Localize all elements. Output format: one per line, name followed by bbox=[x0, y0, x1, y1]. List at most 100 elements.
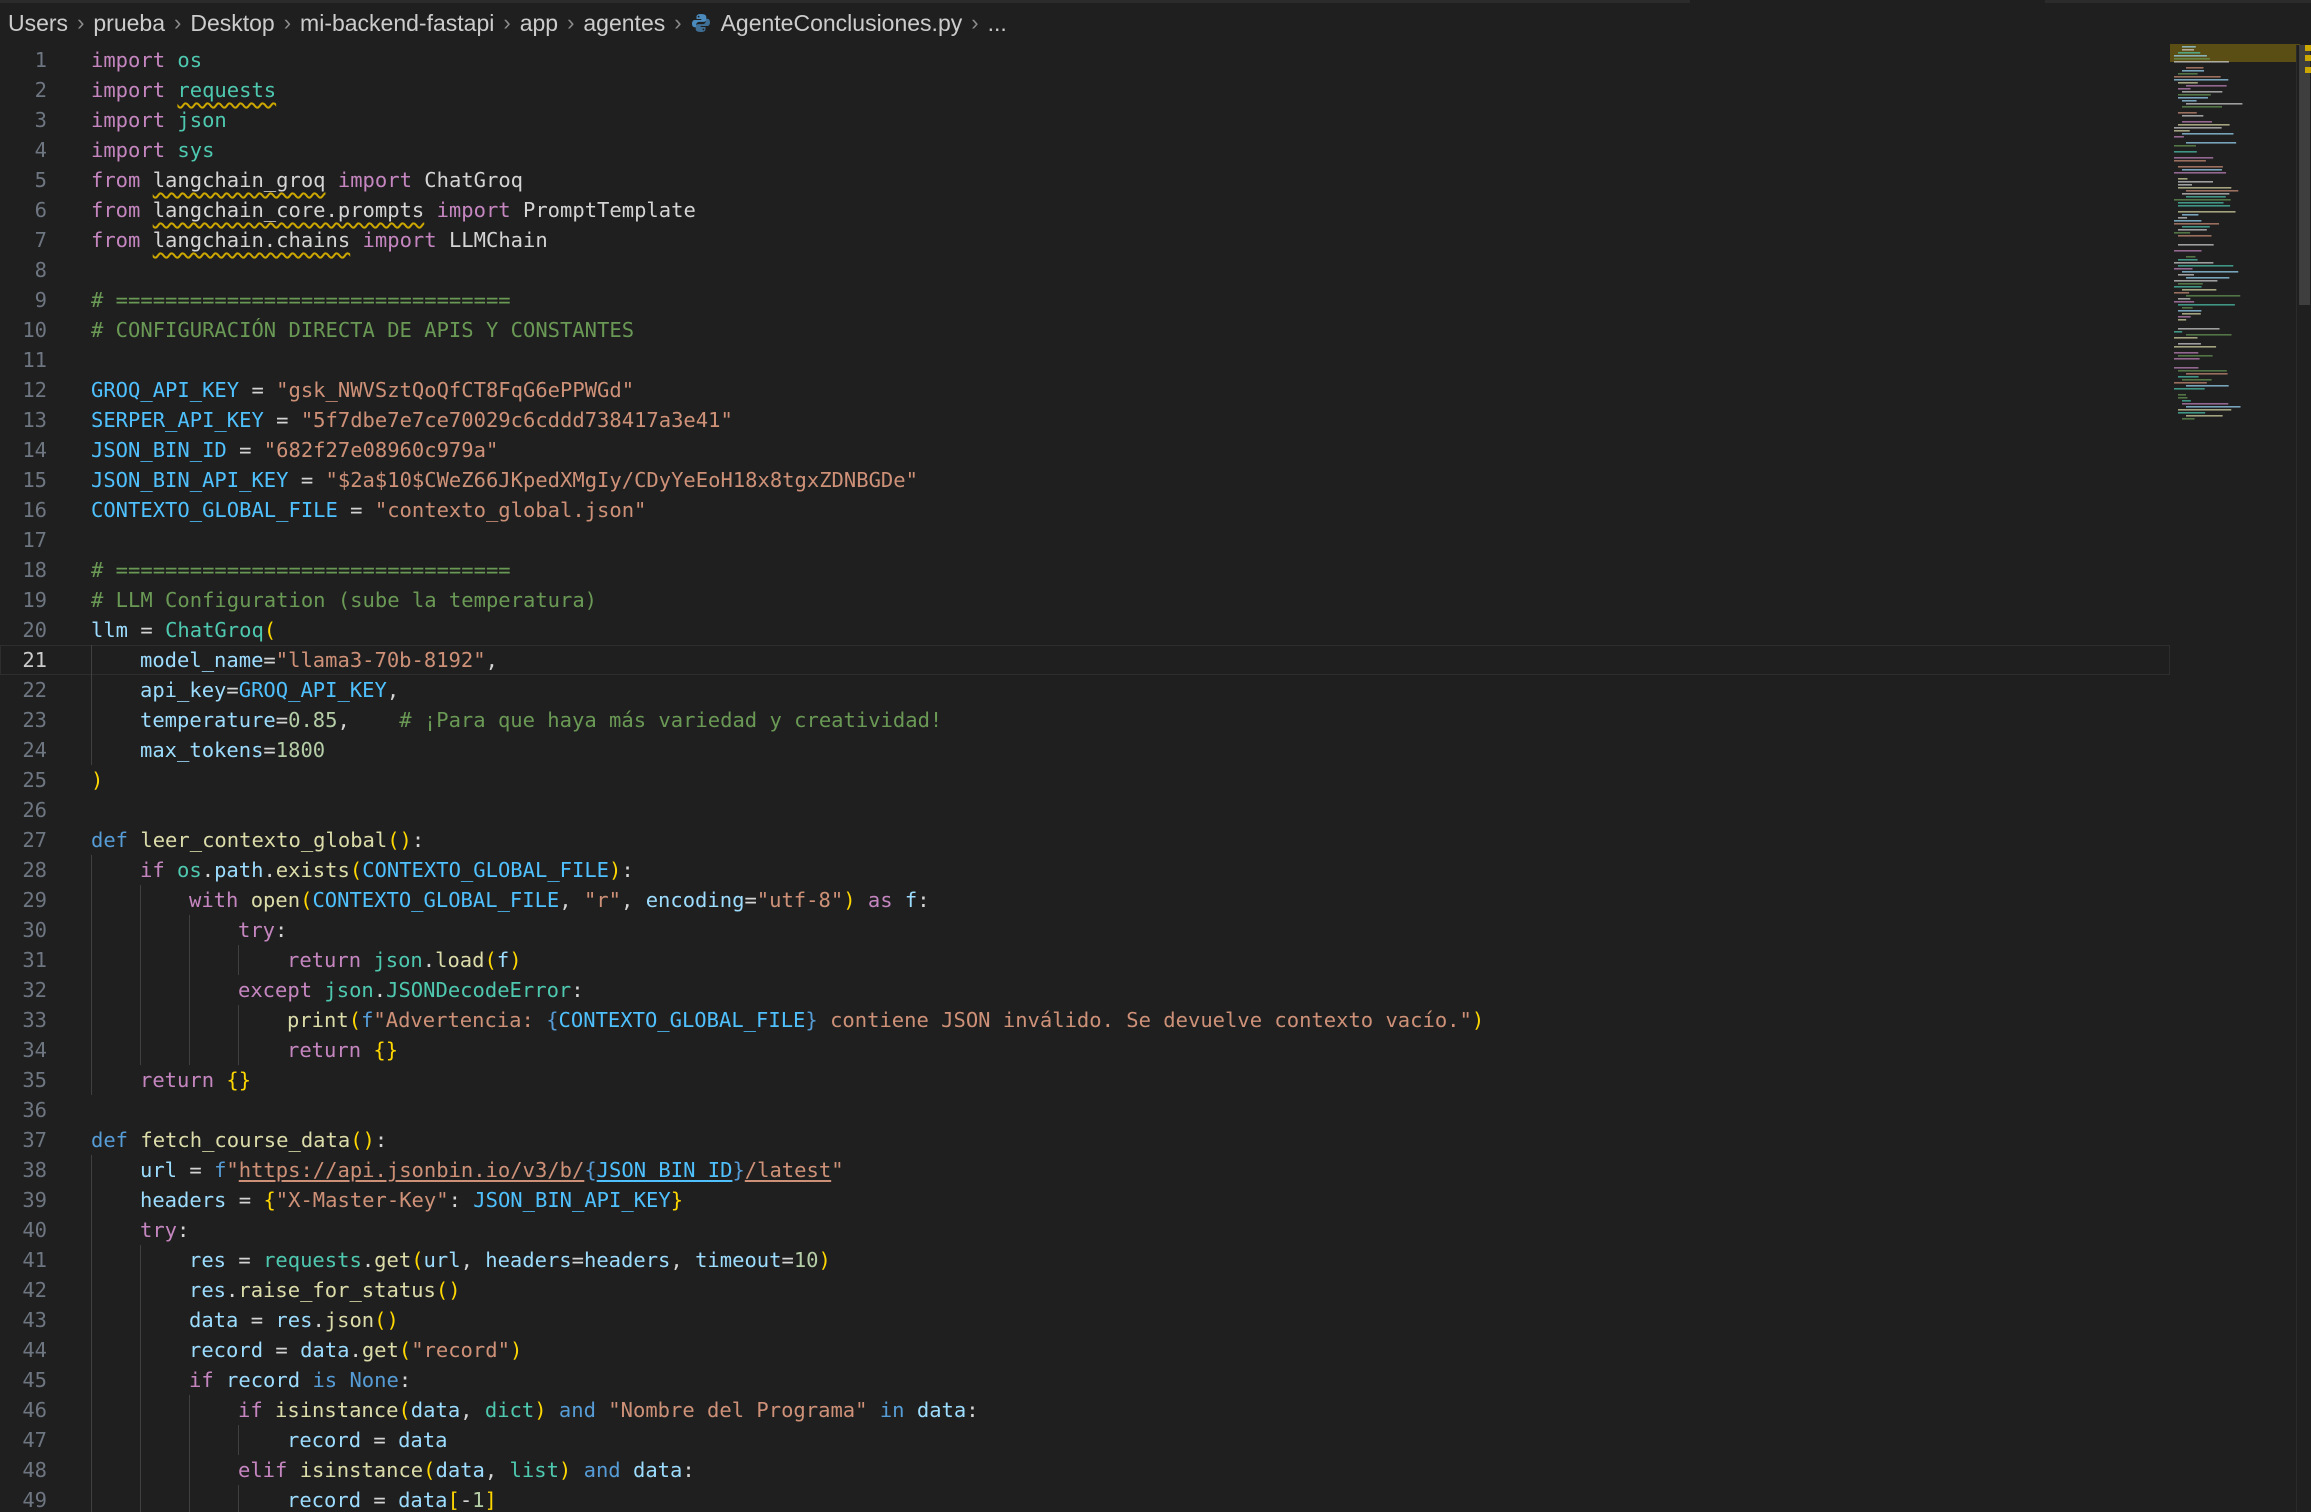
code-token: GROQ_API_KEY bbox=[238, 678, 387, 702]
code-line[interactable]: 42 res.raise_for_status() bbox=[0, 1275, 2170, 1305]
code-text: import os bbox=[91, 45, 202, 75]
code-line[interactable]: 2 import requests bbox=[0, 75, 2170, 105]
indent-guide bbox=[189, 975, 190, 1005]
code-line[interactable]: 47 record = data bbox=[0, 1425, 2170, 1455]
code-line[interactable]: 3 import json bbox=[0, 105, 2170, 135]
code-text: record = data.get("record") bbox=[189, 1335, 522, 1365]
breadcrumb-item[interactable]: agentes bbox=[583, 10, 665, 37]
code-line[interactable]: 4 import sys bbox=[0, 135, 2170, 165]
breadcrumb-item[interactable]: AgenteConclusiones.py bbox=[721, 10, 963, 37]
code-token: ( bbox=[484, 948, 497, 972]
code-token: { bbox=[263, 1188, 276, 1212]
breadcrumb-item[interactable]: Desktop bbox=[190, 10, 274, 37]
minimap-line bbox=[2182, 46, 2196, 48]
minimap-line bbox=[2182, 70, 2205, 72]
code-line[interactable]: 34 return {} bbox=[0, 1035, 2170, 1065]
code-line[interactable]: 13 SERPER_API_KEY = "5f7dbe7e7ce70029c6cd… bbox=[0, 405, 2170, 435]
code-token: raise_for_status bbox=[238, 1278, 436, 1302]
indent-guide bbox=[238, 945, 239, 975]
code-editor[interactable]: 1 import os 2 import requests 3 import json 4 i… bbox=[0, 45, 2170, 1512]
code-line[interactable]: 20 llm = ChatGroq( bbox=[0, 615, 2170, 645]
code-line[interactable]: 9 # ================================ bbox=[0, 285, 2170, 315]
code-token: = bbox=[744, 888, 757, 912]
line-number: 45 bbox=[22, 1368, 47, 1392]
code-line[interactable]: 49 record = data[-1] bbox=[0, 1485, 2170, 1512]
minimap-line bbox=[2178, 319, 2187, 321]
code-line[interactable]: 22 api_key=GROQ_API_KEY, bbox=[0, 675, 2170, 705]
code-line[interactable]: 1 import os bbox=[0, 45, 2170, 75]
code-line[interactable]: 40 try: bbox=[0, 1215, 2170, 1245]
breadcrumb-item[interactable]: prueba bbox=[93, 10, 165, 37]
code-line[interactable]: 10 # CONFIGURACIÓN DIRECTA DE APIS Y CONS… bbox=[0, 315, 2170, 345]
code-line[interactable]: 37 def fetch_course_data(): bbox=[0, 1125, 2170, 1155]
minimap-line bbox=[2182, 271, 2239, 273]
code-line[interactable]: 48 elif isinstance(data, list) and data: bbox=[0, 1455, 2170, 1485]
code-line[interactable]: 29 with open(CONTEXTO_GLOBAL_FILE, "r", e… bbox=[0, 885, 2170, 915]
code-line[interactable]: 5 from langchain_groq import ChatGroq bbox=[0, 165, 2170, 195]
code-line[interactable]: 6 from langchain_core.prompts import Prom… bbox=[0, 195, 2170, 225]
code-line[interactable]: 28 if os.path.exists(CONTEXTO_GLOBAL_FILE… bbox=[0, 855, 2170, 885]
code-line[interactable]: 23 temperature=0.85, # ¡Para que haya más… bbox=[0, 705, 2170, 735]
breadcrumb-item[interactable]: app bbox=[520, 10, 558, 37]
minimap[interactable] bbox=[2170, 40, 2311, 1512]
code-token: f bbox=[361, 1008, 374, 1032]
code-line[interactable]: 38 url = f"https://api.jsonbin.io/v3/b/{J… bbox=[0, 1155, 2170, 1185]
code-line[interactable]: 25) bbox=[0, 765, 2170, 795]
code-line[interactable]: 43 data = res.json() bbox=[0, 1305, 2170, 1335]
code-line[interactable]: 14 JSON_BIN_ID = "682f27e08960c979a" bbox=[0, 435, 2170, 465]
code-token: "$2a$10$CWeZ66JKpedXMgIy/CDyYeEoH18x8tgx… bbox=[325, 468, 918, 492]
code-line[interactable]: 17 bbox=[0, 525, 2170, 555]
code-line[interactable]: 26 bbox=[0, 795, 2170, 825]
breadcrumb-item[interactable]: ... bbox=[988, 10, 1007, 37]
code-line[interactable]: 31 return json.load(f) bbox=[0, 945, 2170, 975]
code-line[interactable]: 46 if isinstance(data, dict) and "Nombre … bbox=[0, 1395, 2170, 1425]
minimap-line bbox=[2182, 100, 2197, 102]
code-line[interactable]: 8 bbox=[0, 255, 2170, 285]
minimap-line bbox=[2178, 205, 2231, 207]
code-line[interactable]: 12 GROQ_API_KEY = "gsk_NWVSztQoQfCT8FqG6e… bbox=[0, 375, 2170, 405]
code-line[interactable]: 45 if record is None: bbox=[0, 1365, 2170, 1395]
vertical-scrollbar[interactable] bbox=[2296, 45, 2311, 1512]
code-line[interactable]: 19 # LLM Configuration (sube la temperatu… bbox=[0, 585, 2170, 615]
code-text: from langchain_core.prompts import Promp… bbox=[91, 195, 696, 225]
code-line[interactable]: 44 record = data.get("record") bbox=[0, 1335, 2170, 1365]
indent-guide bbox=[91, 645, 92, 675]
code-line[interactable]: 39 headers = {"X-Master-Key": JSON_BIN_AP… bbox=[0, 1185, 2170, 1215]
code-token: " bbox=[226, 1158, 239, 1182]
minimap-line bbox=[2174, 331, 2183, 333]
minimap-line bbox=[2174, 58, 2211, 60]
chevron-right-icon: › bbox=[77, 10, 85, 35]
code-line[interactable]: 32 except json.JSONDecodeError: bbox=[0, 975, 2170, 1005]
breadcrumb-item[interactable]: Users bbox=[8, 10, 68, 37]
minimap-line bbox=[2186, 277, 2230, 279]
code-text: record = data[-1] bbox=[287, 1485, 497, 1512]
code-line[interactable]: 24 max_tokens=1800 bbox=[0, 735, 2170, 765]
code-line[interactable]: 33 print(f"Advertencia: {CONTEXTO_GLOBAL_… bbox=[0, 1005, 2170, 1035]
code-line[interactable]: 36 bbox=[0, 1095, 2170, 1125]
minimap-line bbox=[2174, 61, 2229, 63]
code-token: and bbox=[583, 1458, 621, 1482]
code-text: SERPER_API_KEY = "5f7dbe7e7ce70029c6cddd… bbox=[91, 405, 733, 435]
code-token: "Nombre del Programa" bbox=[608, 1398, 868, 1422]
indent-guide bbox=[140, 1275, 141, 1305]
code-token: "gsk_NWVSztQoQfCT8FqG6ePPWGd" bbox=[276, 378, 635, 402]
code-line[interactable]: 21 model_name="llama3-70b-8192", bbox=[0, 645, 2170, 675]
code-line[interactable]: 30 try: bbox=[0, 915, 2170, 945]
code-line[interactable]: 35 return {} bbox=[0, 1065, 2170, 1095]
code-line[interactable]: 18 # ================================ bbox=[0, 555, 2170, 585]
minimap-line bbox=[2174, 151, 2197, 153]
code-line[interactable]: 7 from langchain.chains import LLMChain bbox=[0, 225, 2170, 255]
breadcrumb-item[interactable]: mi-backend-fastapi bbox=[300, 10, 494, 37]
code-token: in bbox=[879, 1398, 905, 1422]
code-line[interactable]: 15 JSON_BIN_API_KEY = "$2a$10$CWeZ66JKped… bbox=[0, 465, 2170, 495]
code-line[interactable]: 27 def leer_contexto_global(): bbox=[0, 825, 2170, 855]
code-line[interactable]: 41 res = requests.get(url, headers=header… bbox=[0, 1245, 2170, 1275]
code-line[interactable]: 11 bbox=[0, 345, 2170, 375]
code-token: : bbox=[275, 918, 288, 942]
scrollbar-thumb[interactable] bbox=[2299, 45, 2310, 305]
code-line[interactable]: 16 CONTEXTO_GLOBAL_FILE = "contexto_globa… bbox=[0, 495, 2170, 525]
minimap-line bbox=[2178, 259, 2198, 261]
